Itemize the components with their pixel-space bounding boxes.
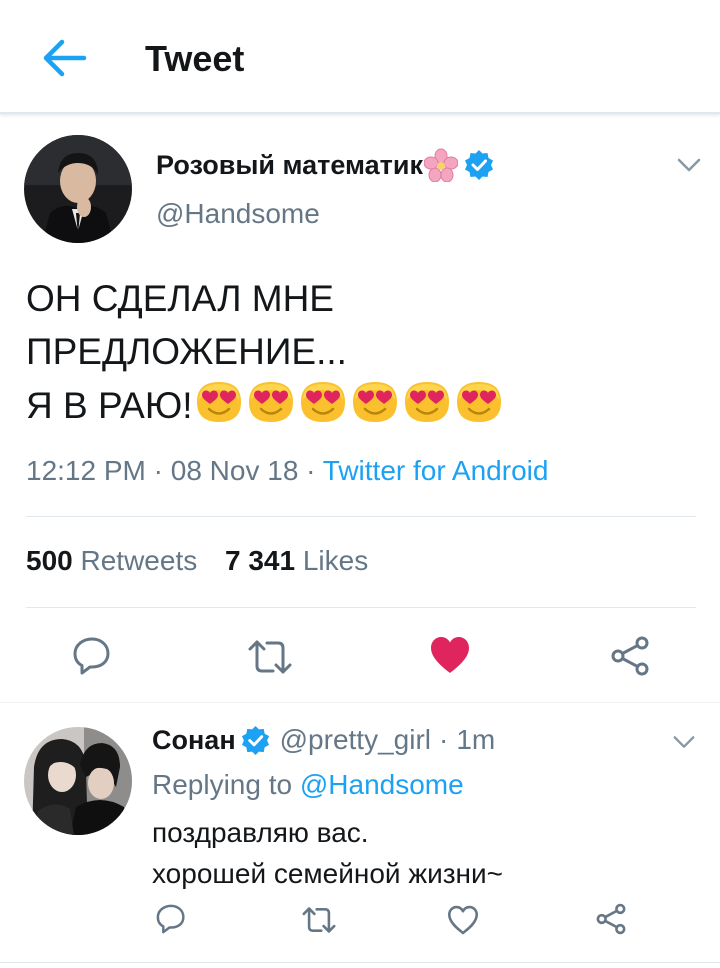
tweet-meta: 12:12 PM · 08 Nov 18 · Twitter for Andro… [26,455,548,487]
reply-text-line: поздравляю вас. [152,817,369,848]
heart-eyes-emoji-icon [245,378,297,424]
reply-icon[interactable] [154,902,188,936]
tweet-text-line: Я В РАЮ! [26,378,505,432]
tweet-text-line: ПРЕДЛОЖЕНИЕ... [26,331,347,372]
share-icon[interactable] [608,634,652,678]
retweets-count: 500 [26,545,73,576]
author-name-row: Розовый математик [156,148,494,183]
retweet-icon[interactable] [300,904,338,936]
replying-to-prefix: Replying to [152,769,293,800]
divider [0,962,720,963]
chevron-down-icon[interactable] [670,728,698,756]
reply-author-name[interactable]: Сонан [152,725,236,756]
tweet-date: 08 Nov 18 [170,455,299,486]
like-heart-outline-icon[interactable] [446,904,480,936]
likes-stat[interactable]: 7 341 Likes [225,545,368,576]
verified-badge-icon [241,725,270,755]
verified-badge-icon [464,150,494,180]
like-heart-icon[interactable] [428,634,472,676]
top-app-bar: Tweet [0,0,720,114]
tweet-text: ОН СДЕЛАЛ МНЕ ПРЕДЛОЖЕНИЕ... Я В РАЮ! [26,272,505,432]
tweet-source-link[interactable]: Twitter for Android [323,455,549,486]
page-title: Tweet [145,38,245,79]
tweet-stats: 500 Retweets 7 341 Likes [26,545,368,577]
reply-time-ago: 1m [456,724,496,755]
author-handle[interactable]: @Handsome [156,198,320,230]
tweet-time: 12:12 PM [26,455,146,486]
likes-count: 7 341 [225,545,296,576]
reply-author-row: Сонан @pretty_girl · 1m [152,724,495,756]
likes-label: Likes [302,545,369,576]
heart-eyes-emoji-icon [297,378,349,424]
divider [26,516,696,517]
author-avatar[interactable] [24,135,132,243]
reply-text: поздравляю вас. хорошей семейной жизни~ [152,812,503,894]
heart-eyes-emoji-row [193,382,505,426]
retweets-label: Retweets [80,545,198,576]
meta-separator: · [439,724,449,755]
divider [26,607,696,608]
reply-author-avatar[interactable] [24,727,132,835]
tweet-text-line: ОН СДЕЛАЛ МНЕ [26,278,334,319]
reply-author-handle[interactable]: @pretty_girl [280,724,431,756]
reply-icon[interactable] [70,634,114,678]
tweet-text-line: Я В РАЮ! [26,385,193,426]
divider [0,702,720,703]
heart-eyes-emoji-icon [401,378,453,424]
replying-to-line: Replying to @Handsome [152,769,464,801]
back-arrow-icon[interactable] [36,34,92,82]
meta-separator: · [153,455,163,486]
heart-eyes-emoji-icon [193,378,245,424]
reply-text-line: хорошей семейной жизни~ [152,858,504,889]
heart-eyes-emoji-icon [453,378,505,424]
heart-eyes-emoji-icon [349,378,401,424]
share-icon[interactable] [594,902,628,936]
cherry-blossom-icon [423,148,459,183]
chevron-down-icon[interactable] [674,150,704,180]
retweet-icon[interactable] [246,636,294,678]
meta-separator: · [306,455,316,486]
author-name[interactable]: Розовый математик [156,150,423,181]
replying-to-link[interactable]: @Handsome [300,769,464,800]
retweets-stat[interactable]: 500 Retweets [26,545,197,576]
